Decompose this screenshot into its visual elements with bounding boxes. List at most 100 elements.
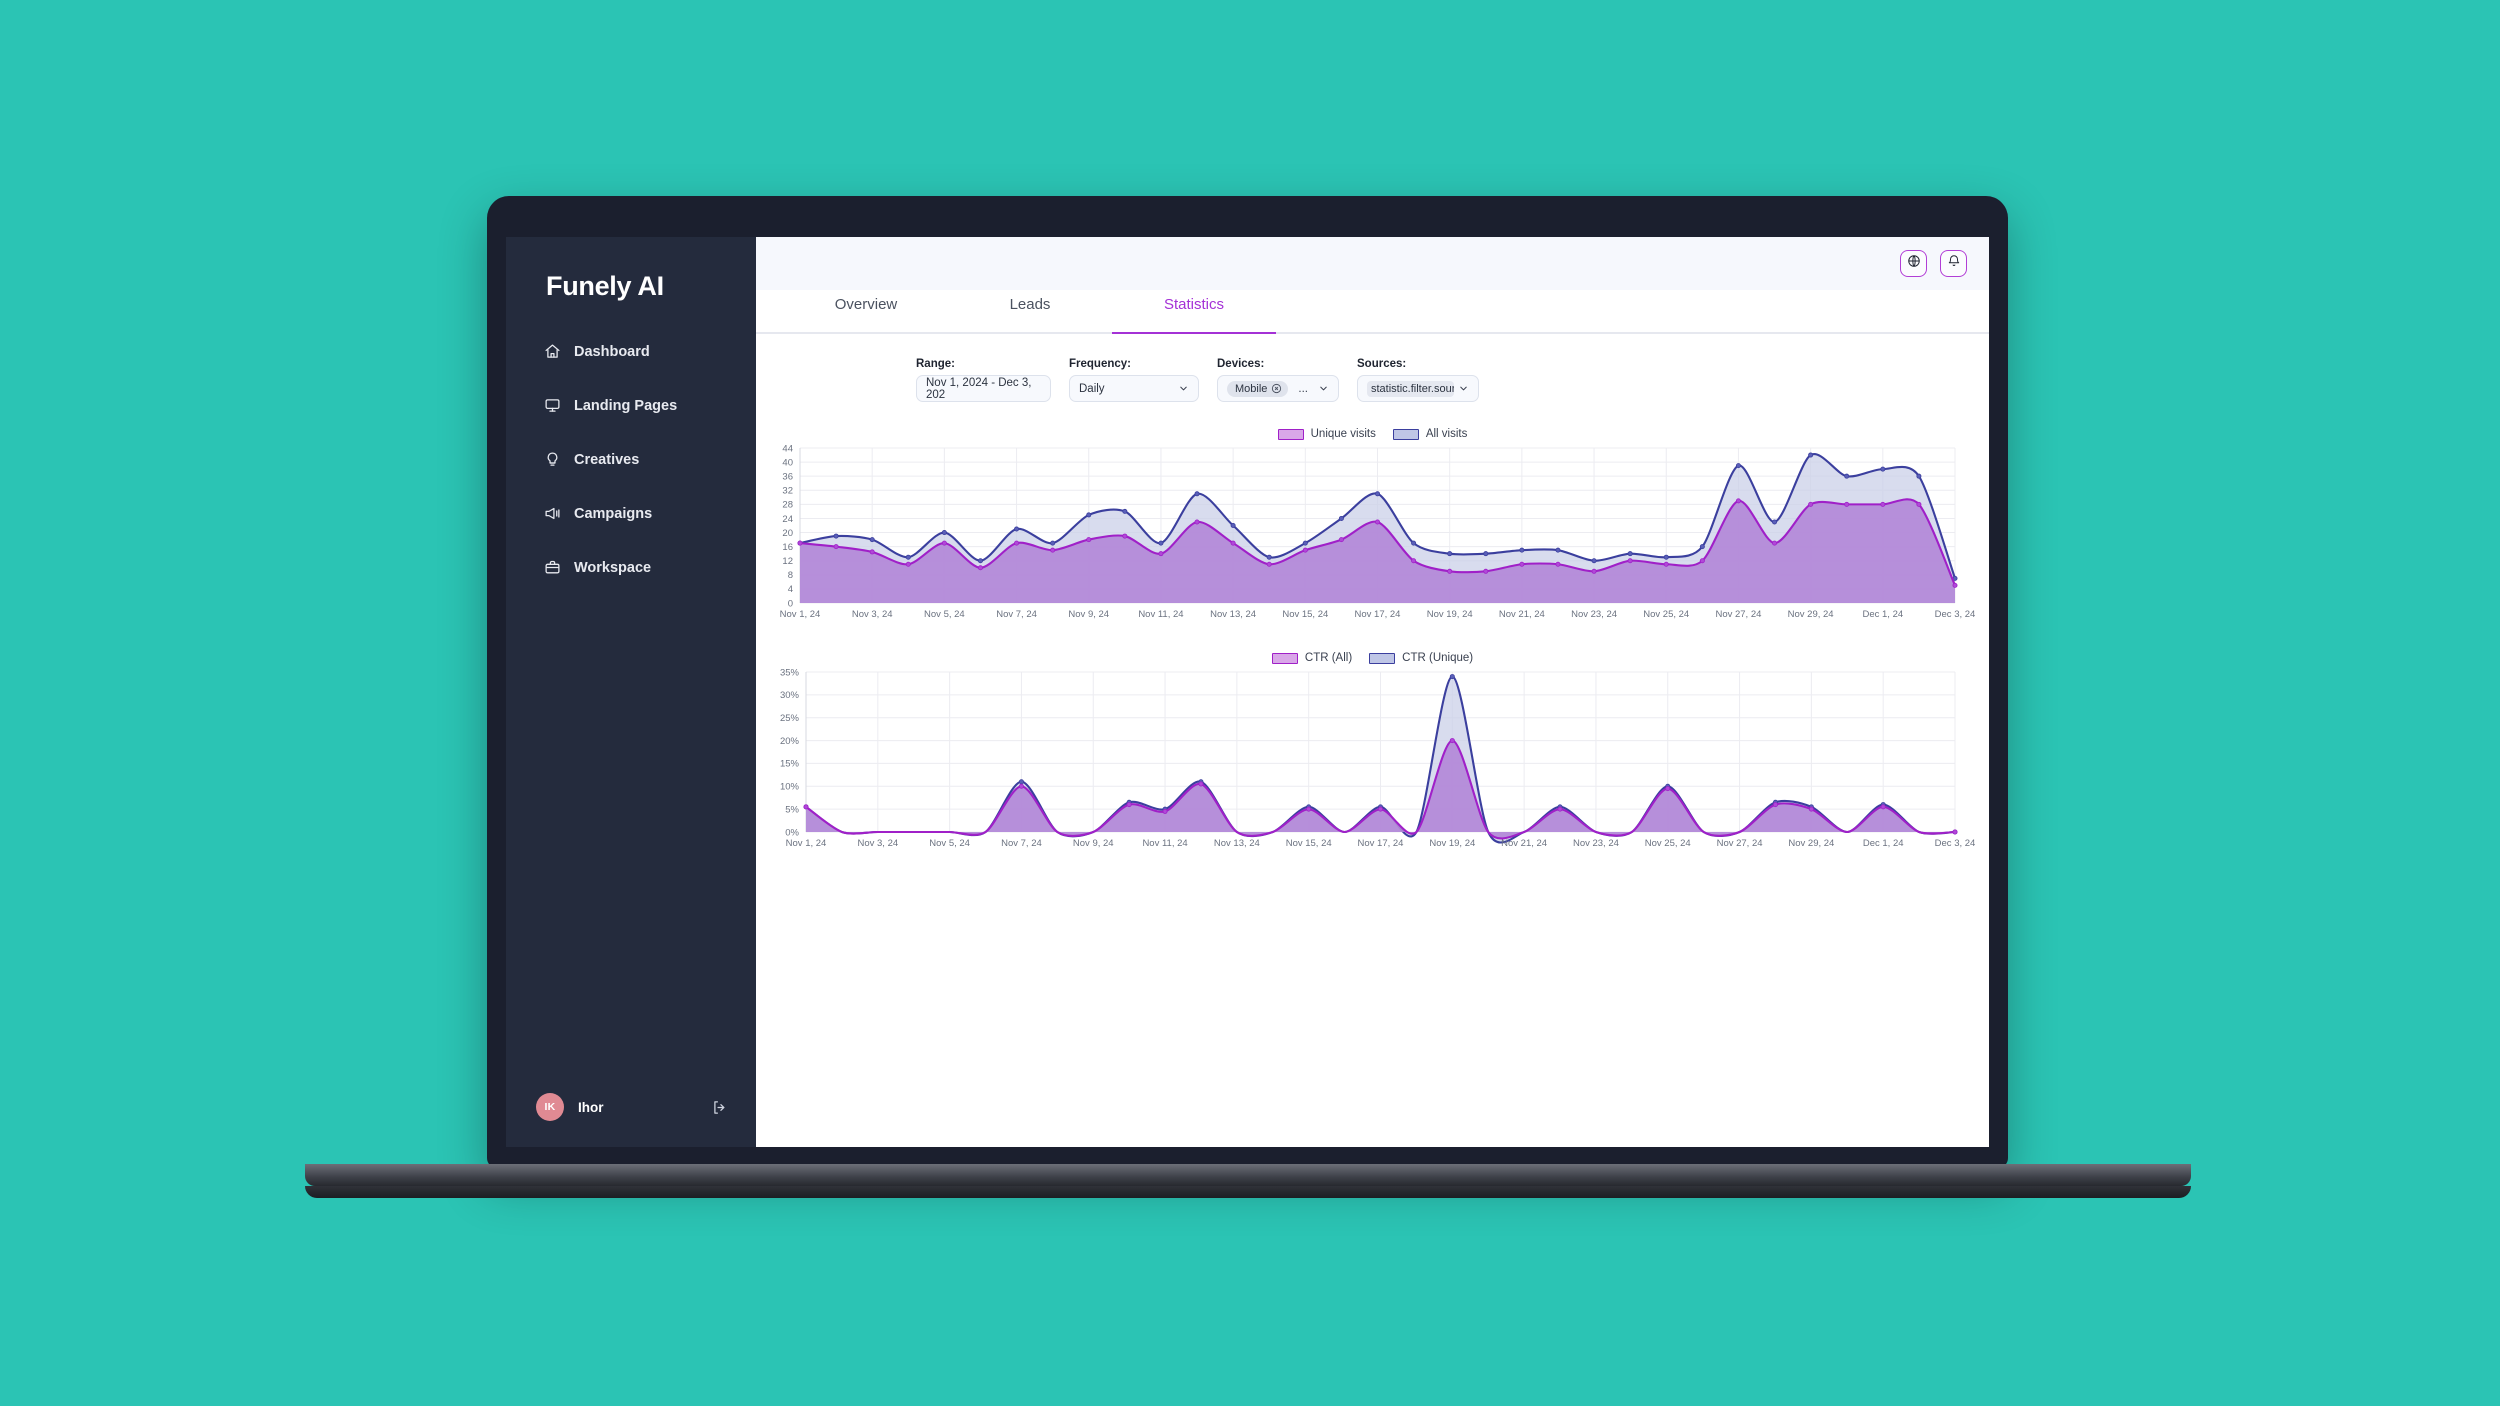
lightbulb-icon [544,451,561,468]
sources-select[interactable]: statistic.filter.source [1357,375,1479,402]
svg-text:20%: 20% [780,736,800,747]
svg-text:36: 36 [782,471,793,482]
brand-logo: Funely AI [546,271,664,301]
legend-item-ctr-all: CTR (All) [1271,652,1353,664]
legend-label: Unique visits [1310,428,1376,440]
svg-text:Nov 23, 24: Nov 23, 24 [1573,838,1619,849]
svg-text:0: 0 [788,598,793,609]
svg-text:Dec 1, 24: Dec 1, 24 [1863,838,1904,849]
device-chip-mobile[interactable]: Mobile [1227,380,1289,397]
svg-text:Nov 1, 24: Nov 1, 24 [780,609,821,620]
bell-icon [1947,254,1961,273]
range-filter: Range: Nov 1, 2024 - Dec 3, 202 [916,358,1051,402]
sidebar-item-label: Dashboard [574,343,650,360]
tab-statistics[interactable]: Statistics [1112,290,1276,334]
megaphone-icon [544,505,561,522]
date-range-input[interactable]: Nov 1, 2024 - Dec 3, 202 [916,375,1051,402]
svg-text:15%: 15% [780,759,800,770]
svg-text:10%: 10% [780,782,800,793]
svg-text:32: 32 [782,486,793,497]
sidebar-item-campaigns[interactable]: Campaigns [506,494,756,533]
svg-text:Nov 25, 24: Nov 25, 24 [1643,609,1689,620]
frequency-value: Daily [1079,382,1105,395]
svg-text:Nov 19, 24: Nov 19, 24 [1427,609,1473,620]
svg-text:30%: 30% [780,690,800,701]
frequency-label: Frequency: [1069,358,1131,370]
svg-text:Nov 21, 24: Nov 21, 24 [1499,609,1545,620]
svg-text:8: 8 [788,570,793,581]
chevron-down-icon [1458,383,1469,394]
devices-multiselect[interactable]: Mobile ... [1217,375,1339,402]
svg-text:Nov 17, 24: Nov 17, 24 [1358,838,1404,849]
svg-text:28: 28 [782,500,793,511]
sidebar-item-landing-pages[interactable]: Landing Pages [506,386,756,425]
svg-text:Nov 7, 24: Nov 7, 24 [1001,838,1042,849]
svg-text:Nov 7, 24: Nov 7, 24 [996,609,1037,620]
svg-text:Nov 15, 24: Nov 15, 24 [1282,609,1328,620]
logout-icon[interactable] [711,1099,728,1116]
sources-value: statistic.filter.source [1367,380,1454,397]
svg-text:Nov 21, 24: Nov 21, 24 [1501,838,1547,849]
svg-text:40: 40 [782,457,793,468]
svg-text:16: 16 [782,542,793,553]
legend-swatch [1392,428,1419,440]
devices-filter: Devices: Mobile ... [1217,358,1339,402]
user-name: Ihor [578,1099,604,1115]
sidebar-item-label: Landing Pages [574,397,678,414]
sidebar-item-creatives[interactable]: Creatives [506,440,756,479]
legend-item-ctr-unique: CTR (Unique) [1369,652,1473,664]
ctr-chart: CTR (All) CTR (Unique) 0% 5% 10% 15% 20% 25% 3… [756,652,1989,859]
svg-text:Nov 11, 24: Nov 11, 24 [1138,609,1183,620]
svg-text:Nov 19, 24: Nov 19, 24 [1429,838,1475,849]
svg-text:Nov 29, 24: Nov 29, 24 [1788,609,1834,620]
main-content: Overview Leads Statistics Range: Nov 1, … [756,237,1989,1147]
svg-text:24: 24 [782,514,793,525]
svg-text:Dec 3, 24: Dec 3, 24 [1935,609,1976,620]
frequency-filter: Frequency: Daily [1069,358,1199,402]
filter-bar: Range: Nov 1, 2024 - Dec 3, 202 Frequenc… [756,334,1989,402]
svg-text:Nov 23, 24: Nov 23, 24 [1571,609,1617,620]
legend-item-unique-visits: Unique visits [1277,428,1376,440]
laptop-mockup: Funely AI Dashboard Landing Pages Creati… [305,196,2191,1198]
sidebar-item-label: Creatives [574,451,640,468]
notifications-button[interactable] [1940,250,1967,277]
sources-filter: Sources: statistic.filter.source [1357,358,1479,402]
sidebar-item-label: Campaigns [574,505,653,522]
language-button[interactable] [1900,250,1927,277]
legend-swatch [1369,652,1396,664]
devices-label: Devices: [1217,358,1265,370]
svg-text:Nov 15, 24: Nov 15, 24 [1286,838,1332,849]
svg-text:Nov 5, 24: Nov 5, 24 [929,838,970,849]
tab-overview[interactable]: Overview [784,290,948,332]
tab-leads[interactable]: Leads [948,290,1112,332]
sidebar-nav: Dashboard Landing Pages Creatives Campai… [506,332,756,1093]
svg-text:5%: 5% [785,804,799,815]
laptop-base [305,1164,2191,1186]
legend-label: CTR (All) [1304,652,1353,664]
laptop-screen: Funely AI Dashboard Landing Pages Creati… [506,237,1989,1147]
svg-text:Nov 13, 24: Nov 13, 24 [1214,838,1260,849]
svg-text:Nov 17, 24: Nov 17, 24 [1355,609,1401,620]
svg-text:Nov 5, 24: Nov 5, 24 [924,609,965,620]
frequency-select[interactable]: Daily [1069,375,1199,402]
sidebar-item-dashboard[interactable]: Dashboard [506,332,756,371]
top-bar [756,237,1989,290]
legend-swatch [1271,652,1298,664]
svg-text:Nov 11, 24: Nov 11, 24 [1142,838,1187,849]
svg-text:4: 4 [788,584,793,595]
close-icon[interactable] [1271,383,1282,394]
device-chip-label: Mobile [1235,382,1268,395]
svg-text:Dec 1, 24: Dec 1, 24 [1862,609,1903,620]
legend-item-all-visits: All visits [1392,428,1467,440]
sidebar-item-workspace[interactable]: Workspace [506,548,756,587]
svg-text:Nov 9, 24: Nov 9, 24 [1068,609,1109,620]
svg-text:Nov 9, 24: Nov 9, 24 [1073,838,1114,849]
svg-text:Nov 29, 24: Nov 29, 24 [1788,838,1834,849]
range-label: Range: [916,358,955,370]
svg-text:Nov 3, 24: Nov 3, 24 [852,609,893,620]
ctr-plot: 0% 5% 10% 15% 20% 25% 30% 35% Nov 1, 24 Nov 3, 24… [756,664,1989,859]
briefcase-icon [544,559,561,576]
svg-text:20: 20 [782,528,793,539]
user-profile[interactable]: IK Ihor [506,1093,756,1147]
home-icon [544,343,561,360]
